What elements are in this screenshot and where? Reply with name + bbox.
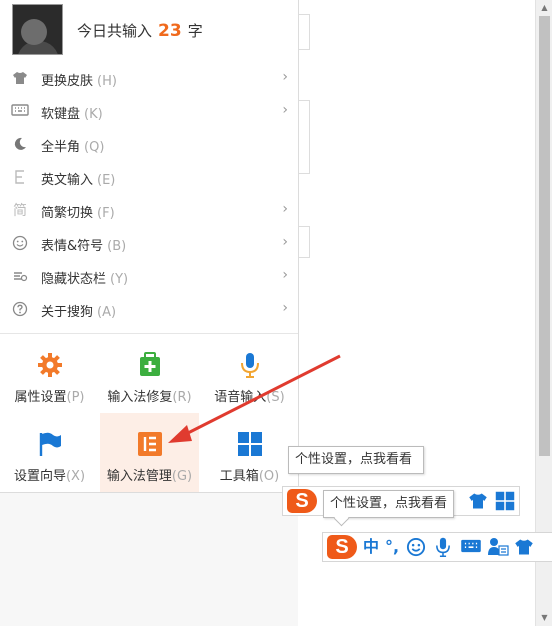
background-field[interactable]	[298, 100, 310, 174]
menu-item-label: 简繁切换	[41, 206, 94, 221]
question-icon	[11, 301, 29, 319]
chevron-right-icon: ›	[282, 201, 288, 217]
menu-item-label: 隐藏状态栏	[41, 272, 107, 287]
chevron-right-icon: ›	[282, 102, 288, 118]
menu-item-soft-keyboard[interactable]: 软键盘 (K) ›	[0, 95, 298, 128]
tooltip-personalize: 个性设置，点我看看	[323, 490, 455, 518]
shirt-icon[interactable]	[514, 537, 534, 557]
toolbox-icon	[237, 431, 263, 457]
smiley-icon	[11, 235, 29, 253]
menu-header: 今日共输入 23 字	[0, 0, 298, 60]
menu-item-english-input[interactable]: 英文输入 (E)	[0, 161, 298, 194]
keyboard-icon	[11, 103, 29, 121]
menu-item-full-half-width[interactable]: 全半角 (Q)	[0, 128, 298, 161]
grid-item-shortcut: (O)	[258, 469, 280, 484]
chinese-mode-toggle[interactable]: 中	[363, 535, 379, 559]
menu-item-emoji-symbols[interactable]: 表情&符号 (B) ›	[0, 227, 298, 260]
hide-status-icon	[11, 268, 29, 286]
grid-item-shortcut: (S)	[266, 390, 285, 405]
grid-item-label: 输入法修复	[107, 390, 173, 405]
menu-item-label: 更换皮肤	[41, 74, 94, 89]
count-suffix: 字	[187, 22, 203, 40]
ime-context-menu: 今日共输入 23 字 更换皮肤(H) › 软键盘(K) › 全半角(Q)	[0, 0, 299, 493]
grid-item-setup-wizard[interactable]: 设置向导(X)	[0, 413, 99, 492]
gear-icon	[37, 352, 63, 378]
daily-input-count: 今日共输入 23 字	[77, 20, 203, 41]
background-field[interactable]	[298, 14, 310, 50]
grid-item-properties[interactable]: 属性设置(P)	[0, 334, 99, 413]
punctuation-toggle[interactable]: °,	[385, 535, 399, 559]
shirt-icon[interactable]	[468, 491, 488, 511]
menu-item-label: 软键盘	[41, 107, 81, 122]
menu-item-hide-status-bar[interactable]: 隐藏状态栏 (Y) ›	[0, 260, 298, 293]
menu-item-about-sogou[interactable]: 关于搜狗 (A) ›	[0, 293, 298, 326]
sogou-logo-icon[interactable]: S	[327, 535, 357, 559]
grid-item-label: 属性设置	[14, 390, 67, 405]
grid-item-shortcut: (G)	[171, 469, 193, 484]
repair-icon	[137, 352, 163, 378]
toolbox-icon[interactable]	[495, 491, 515, 511]
menu-item-label: 英文输入	[41, 173, 94, 188]
moon-icon	[11, 136, 29, 154]
grid-item-ime-manager[interactable]: 输入法管理(G)	[100, 413, 199, 492]
menu-item-label: 表情&符号	[41, 239, 104, 254]
grid-item-toolbox[interactable]: 工具箱(O)	[200, 413, 299, 492]
sogou-logo-icon[interactable]: S	[287, 489, 317, 513]
menu-item-list: 更换皮肤 (H) › 软键盘 (K) › 全半角 (Q) 英文输入 (E) 简 简繁切换…	[0, 62, 298, 326]
tooltip-text: 个性设置，点我看看	[295, 452, 413, 467]
count-prefix: 今日共输入	[77, 22, 153, 40]
menu-item-shortcut: (F)	[97, 206, 115, 221]
shirt-icon	[11, 70, 29, 88]
user-icon[interactable]	[487, 537, 509, 557]
quick-tools-grid: 属性设置(P) 输入法修复(R) 语音输入(S) 设置向导(X) 输入法管理(G…	[0, 334, 298, 492]
grid-item-label: 输入法管理	[106, 469, 172, 484]
tooltip-text: 个性设置，点我看看	[330, 496, 448, 511]
smiley-icon[interactable]	[406, 537, 426, 557]
menu-item-shortcut: (E)	[97, 173, 116, 188]
grid-item-voice-input[interactable]: 语音输入(S)	[200, 334, 299, 413]
menu-item-shortcut: (B)	[107, 239, 127, 254]
grid-item-label: 工具箱	[219, 469, 259, 484]
grid-item-label: 设置向导	[13, 469, 66, 484]
grid-item-ime-repair[interactable]: 输入法修复(R)	[100, 334, 199, 413]
jian-icon: 简	[13, 203, 27, 219]
count-number: 23	[158, 21, 182, 41]
menu-item-change-skin[interactable]: 更换皮肤 (H) ›	[0, 62, 298, 95]
manager-icon	[137, 431, 163, 457]
avatar[interactable]	[12, 4, 63, 55]
chevron-right-icon: ›	[282, 300, 288, 316]
menu-item-simplified-traditional[interactable]: 简 简繁切换 (F) ›	[0, 194, 298, 227]
background-field[interactable]	[298, 226, 310, 258]
menu-item-shortcut: (A)	[97, 305, 117, 320]
scroll-up-arrow[interactable]: ▲	[539, 2, 550, 14]
menu-item-label: 全半角	[41, 140, 81, 155]
keyboard-icon[interactable]	[460, 537, 481, 557]
flag-icon	[37, 431, 63, 457]
tooltip-personalize-back: 个性设置，点我看看	[288, 446, 424, 474]
grid-item-shortcut: (X)	[65, 469, 86, 484]
scrollbar-thumb[interactable]	[539, 16, 550, 456]
menu-item-shortcut: (Y)	[110, 272, 129, 287]
ime-status-bar[interactable]: S 中 °,	[322, 532, 552, 562]
menu-item-label: 关于搜狗	[41, 305, 94, 320]
microphone-icon[interactable]	[433, 537, 453, 557]
menu-item-shortcut: (Q)	[84, 140, 105, 155]
chevron-right-icon: ›	[282, 69, 288, 85]
microphone-icon	[237, 352, 263, 378]
chevron-right-icon: ›	[282, 234, 288, 250]
menu-item-shortcut: (H)	[97, 74, 117, 89]
grid-item-label: 语音输入	[214, 390, 267, 405]
grid-item-shortcut: (P)	[66, 390, 85, 405]
letter-e-icon	[11, 169, 29, 187]
menu-item-shortcut: (K)	[84, 107, 103, 122]
scroll-down-arrow[interactable]: ▼	[539, 612, 550, 624]
grid-item-shortcut: (R)	[172, 390, 192, 405]
chevron-right-icon: ›	[282, 267, 288, 283]
